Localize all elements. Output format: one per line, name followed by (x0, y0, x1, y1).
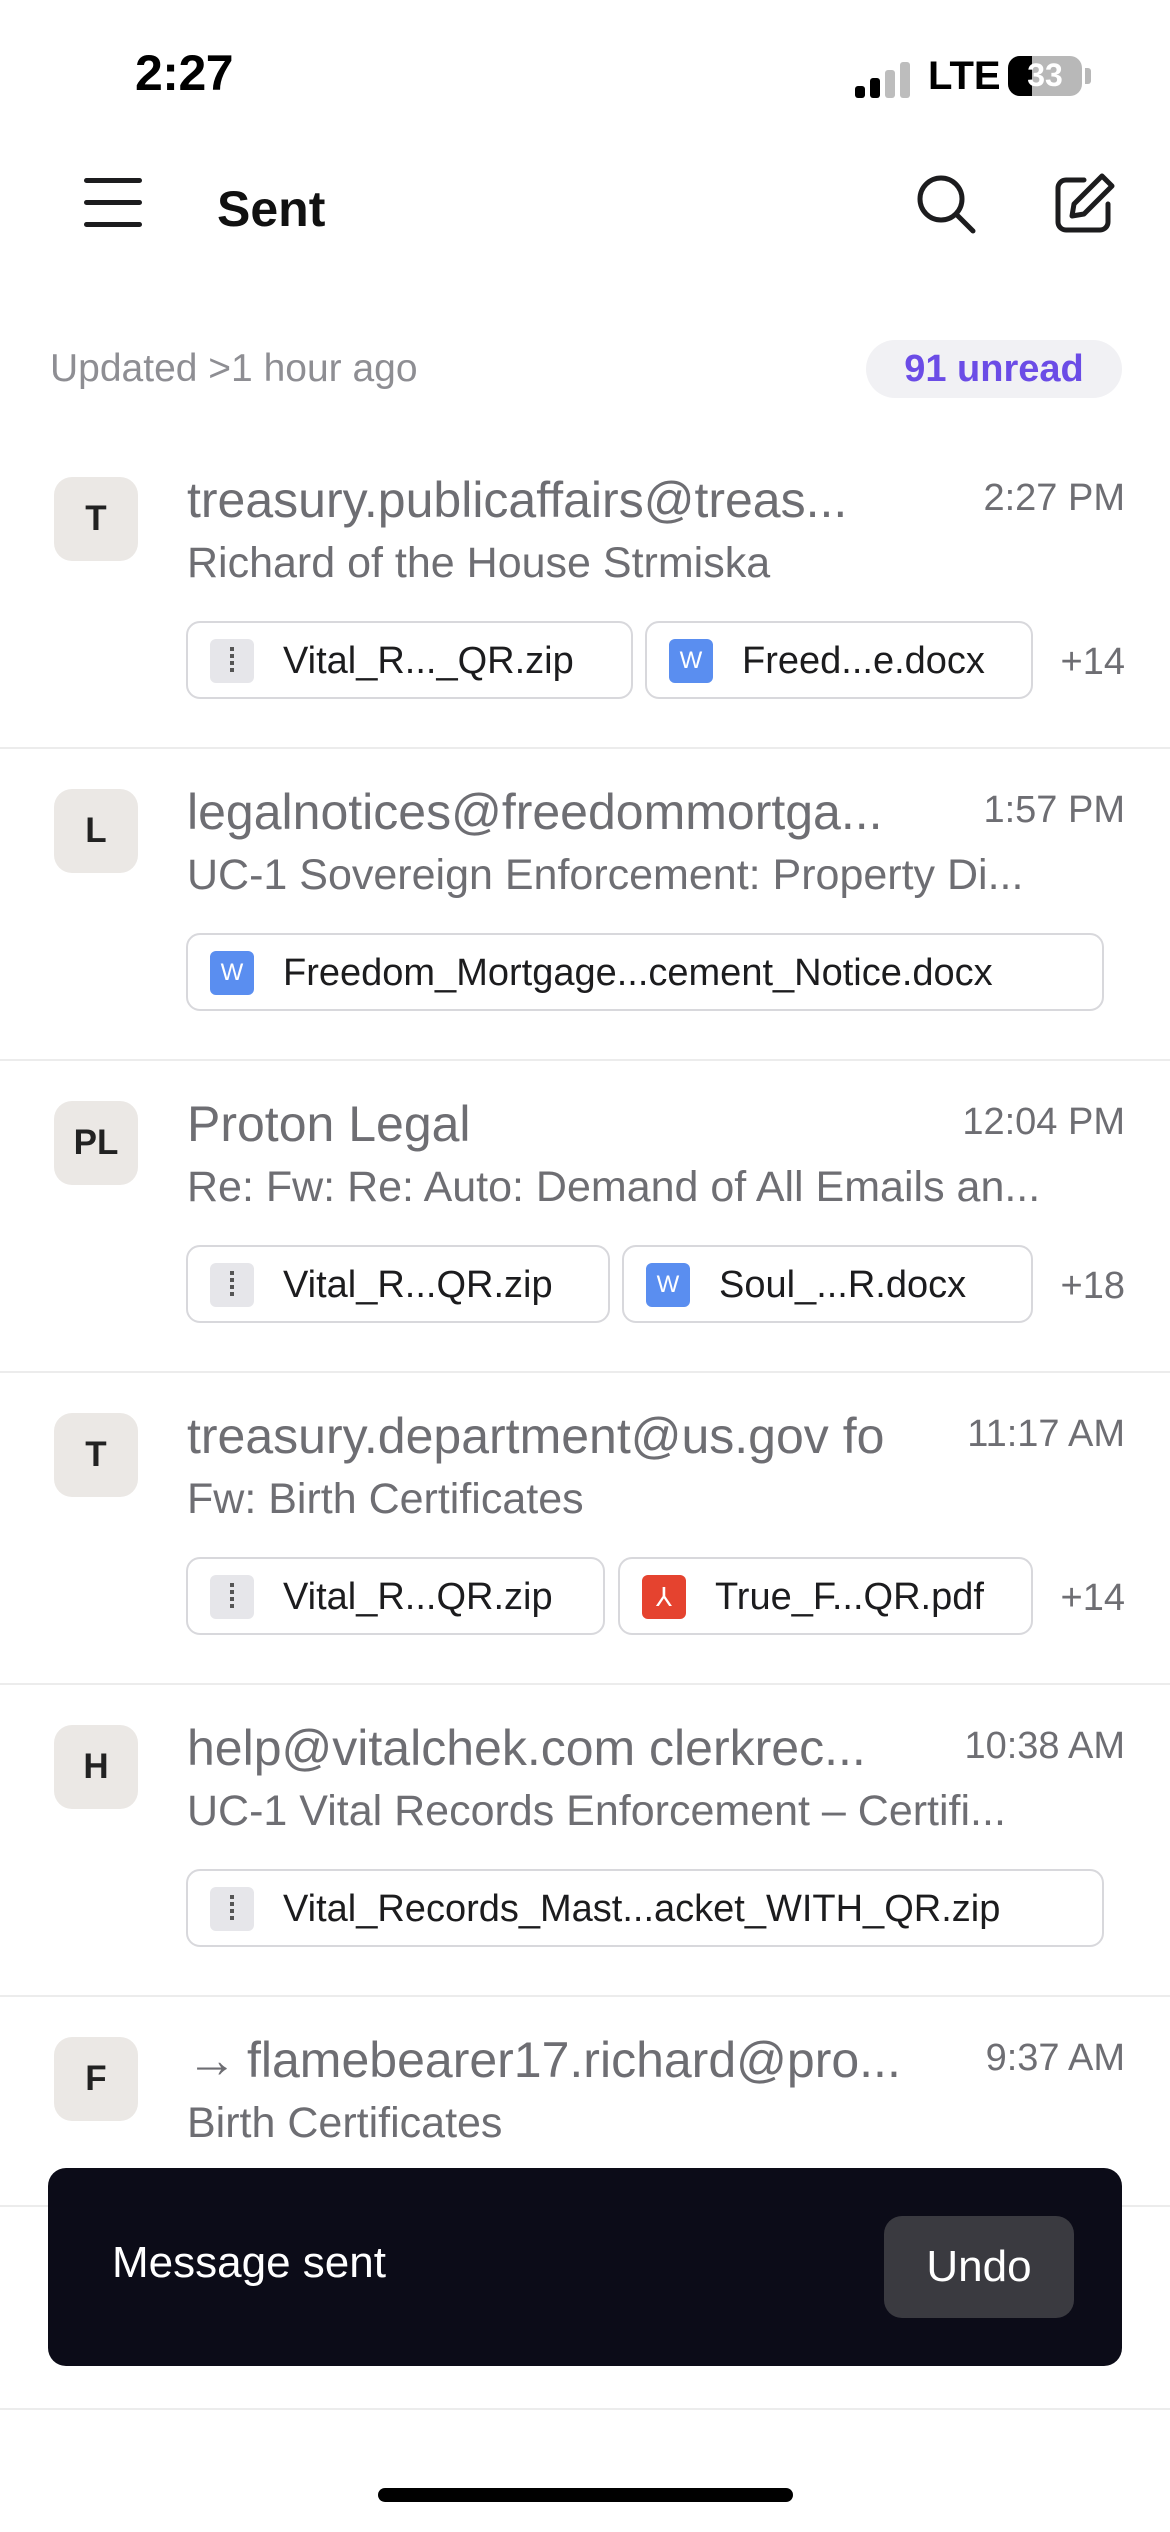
avatar: T (54, 477, 138, 561)
message-subject: Fw: Birth Certificates (187, 1475, 584, 1523)
attachment-chip[interactable]: Vital_R..._QR.zip (186, 621, 633, 699)
message-time: 2:27 PM (983, 477, 1125, 519)
message-sender: treasury.publicaffairs@treas... (187, 472, 848, 528)
message-time: 12:04 PM (962, 1101, 1125, 1143)
message-sender: Proton Legal (187, 1096, 471, 1152)
battery-icon: 33 (1008, 56, 1082, 96)
message-subject: UC-1 Vital Records Enforcement – Certifi… (187, 1787, 1006, 1835)
attachment-chip[interactable]: Vital_R...QR.zip (186, 1557, 605, 1635)
avatar: L (54, 789, 138, 873)
list-divider (0, 2408, 1170, 2410)
avatar: H (54, 1725, 138, 1809)
zip-icon (210, 1887, 254, 1931)
battery-level: 33 (1027, 57, 1063, 93)
battery-tip (1085, 68, 1091, 84)
more-attachments-count[interactable]: +18 (1061, 1265, 1125, 1308)
message-row[interactable]: L legalnotices@freedommortga... 1:57 PM … (0, 747, 1170, 1061)
message-subject: Re: Fw: Re: Auto: Demand of All Emails a… (187, 1163, 1041, 1211)
word-doc-icon: W (210, 951, 254, 995)
toast-text: Message sent (112, 2238, 386, 2287)
pdf-icon: ⅄ (642, 1575, 686, 1619)
word-doc-icon: W (646, 1263, 690, 1307)
avatar: PL (54, 1101, 138, 1185)
zip-icon (210, 1263, 254, 1307)
compose-icon[interactable] (1050, 170, 1118, 238)
message-row[interactable]: H help@vitalchek.com clerkrec... 10:38 A… (0, 1683, 1170, 1997)
message-sender: help@vitalchek.com clerkrec... (187, 1720, 866, 1776)
message-time: 9:37 AM (985, 2037, 1125, 2079)
message-sender: legalnotices@freedommortga... (187, 784, 883, 840)
message-subject: UC-1 Sovereign Enforcement: Property Di.… (187, 851, 1024, 899)
attachment-name: Vital_R..._QR.zip (283, 640, 574, 682)
attachment-chip[interactable]: ⅄ True_F...QR.pdf (618, 1557, 1033, 1635)
word-doc-icon: W (669, 639, 713, 683)
attachment-name: Vital_R...QR.zip (283, 1264, 553, 1306)
message-time: 10:38 AM (964, 1725, 1125, 1767)
more-attachments-count[interactable]: +14 (1061, 1577, 1125, 1620)
unread-count-badge[interactable]: 91 unread (866, 340, 1122, 398)
message-row[interactable]: T treasury.publicaffairs@treas... 2:27 P… (0, 445, 1170, 749)
forwarded-arrow-icon: → (187, 2032, 237, 2088)
message-sender-text: flamebearer17.richard@pro... (247, 2032, 901, 2088)
network-type: LTE (928, 54, 1001, 98)
zip-icon (210, 1575, 254, 1619)
menu-icon[interactable] (84, 176, 144, 228)
message-row[interactable]: T treasury.department@us.gov fo 11:17 AM… (0, 1371, 1170, 1685)
status-time: 2:27 (135, 45, 234, 101)
message-sent-toast: Message sent Undo (48, 2168, 1122, 2366)
attachment-chip[interactable]: Vital_R...QR.zip (186, 1245, 610, 1323)
page-title: Sent (217, 181, 326, 237)
attachment-chip[interactable]: W Freed...e.docx (645, 621, 1033, 699)
signal-icon (855, 62, 915, 98)
avatar: T (54, 1413, 138, 1497)
attachment-name: Freed...e.docx (742, 640, 985, 682)
more-attachments-count[interactable]: +14 (1061, 641, 1125, 684)
zip-icon (210, 639, 254, 683)
message-sender: → flamebearer17.richard@pro... (187, 2031, 927, 2089)
message-sender: treasury.department@us.gov fo (187, 1408, 885, 1464)
message-time: 1:57 PM (983, 789, 1125, 831)
last-updated-label: Updated >1 hour ago (50, 347, 418, 390)
app-header: Sent (0, 150, 1170, 270)
avatar: F (54, 2037, 138, 2121)
attachment-name: Freedom_Mortgage...cement_Notice.docx (283, 952, 993, 994)
message-time: 11:17 AM (967, 1413, 1125, 1455)
undo-button[interactable]: Undo (884, 2216, 1074, 2318)
message-row[interactable]: PL Proton Legal 12:04 PM Re: Fw: Re: Aut… (0, 1059, 1170, 1373)
message-subject: Birth Certificates (187, 2099, 503, 2147)
status-bar: 2:27 LTE 33 (0, 0, 1170, 150)
message-subject: Richard of the House Strmiska (187, 539, 771, 587)
attachment-name: Vital_R...QR.zip (283, 1576, 553, 1618)
attachment-name: Soul_...R.docx (719, 1264, 967, 1306)
attachment-chip[interactable]: Vital_Records_Mast...acket_WITH_QR.zip (186, 1869, 1104, 1947)
attachment-name: True_F...QR.pdf (715, 1576, 984, 1618)
attachment-chip[interactable]: W Soul_...R.docx (622, 1245, 1033, 1323)
search-icon[interactable] (914, 172, 978, 236)
attachment-name: Vital_Records_Mast...acket_WITH_QR.zip (283, 1888, 1001, 1930)
home-indicator[interactable] (378, 2488, 793, 2502)
attachment-chip[interactable]: W Freedom_Mortgage...cement_Notice.docx (186, 933, 1104, 1011)
